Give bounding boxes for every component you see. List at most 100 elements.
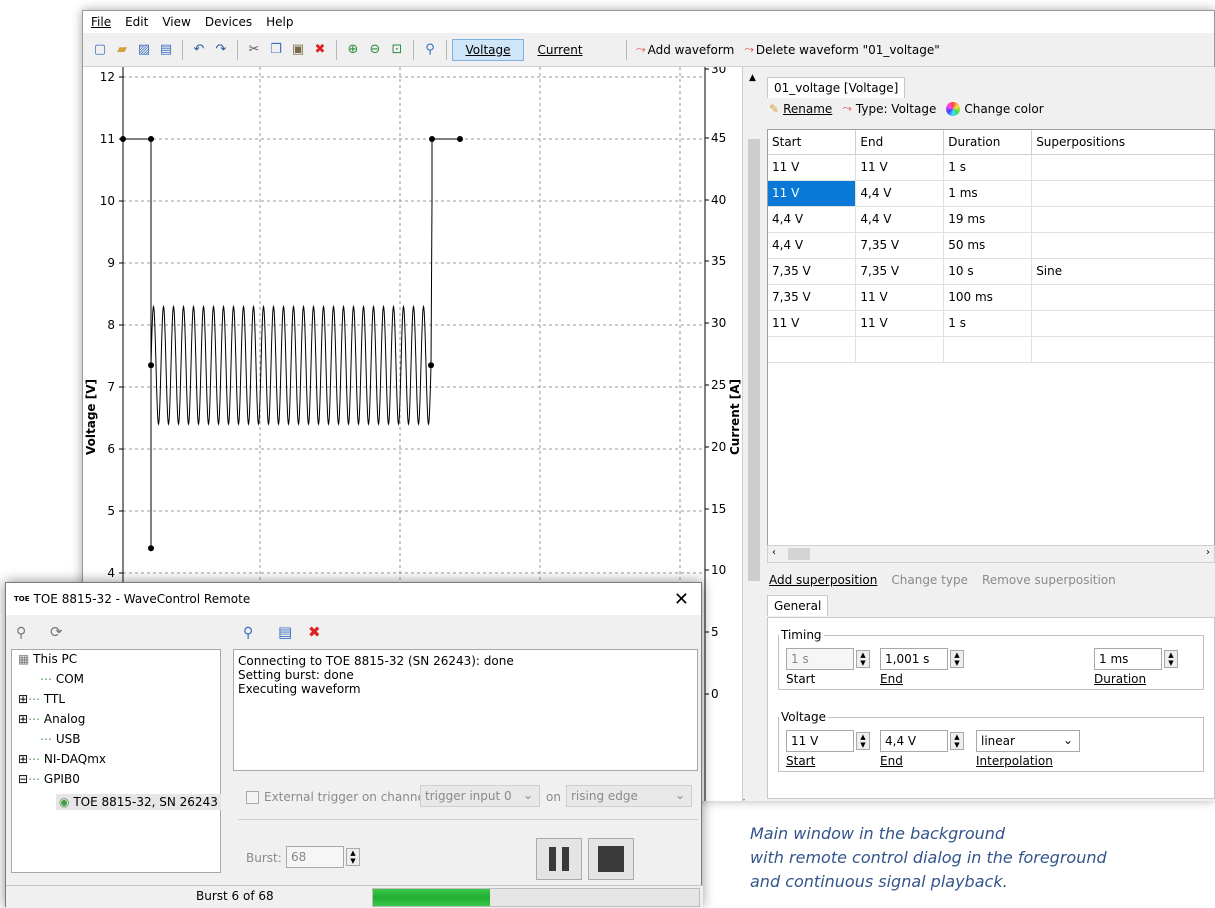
table-cell[interactable]: 7,35 V xyxy=(768,258,857,285)
undo-icon[interactable]: ↶ xyxy=(189,40,209,60)
zoom-out-icon[interactable]: ⊖ xyxy=(365,40,385,60)
segments-table[interactable]: Start End Duration Superpositions 11 V 11 V1… xyxy=(767,129,1215,547)
save-icon[interactable]: ▤ xyxy=(156,40,176,60)
timing-duration-stepper[interactable]: ▲ ▼ xyxy=(1164,650,1178,668)
tab-01-voltage[interactable]: 01_voltage [Voltage] xyxy=(767,77,906,98)
table-cell[interactable]: 19 ms xyxy=(943,206,1033,233)
table-cell[interactable]: 50 ms xyxy=(943,232,1033,259)
delete-icon[interactable]: ✖ xyxy=(308,623,321,641)
voltage-start-stepper[interactable]: ▲ ▼ xyxy=(856,732,870,750)
edge-select[interactable]: rising edge ⌄ xyxy=(566,785,692,807)
connect-tree-icon[interactable]: ⚲ xyxy=(16,625,26,641)
burst-input[interactable]: 68 xyxy=(286,846,344,868)
tree-item-ttl[interactable]: ⊞⋯ TTL xyxy=(18,692,65,706)
table-cell[interactable]: 100 ms xyxy=(943,284,1033,311)
table-cell[interactable] xyxy=(855,336,945,363)
table-cell[interactable]: 4,4 V xyxy=(768,206,857,233)
ext-trigger-checkbox[interactable] xyxy=(246,791,259,804)
interpolation-select[interactable]: linear ⌄ xyxy=(976,730,1080,752)
table-cell[interactable]: 11 V xyxy=(768,180,857,207)
column-header[interactable]: Duration xyxy=(943,130,1033,155)
tree-item-nidaqmx[interactable]: ⊞⋯ NI-DAQmx xyxy=(18,752,106,766)
table-row[interactable]: 7,35 V 7,35 V 10 s Sine xyxy=(768,258,1214,285)
table-cell[interactable] xyxy=(1031,206,1214,233)
plot-scrollbar[interactable]: ▲ xyxy=(745,67,763,587)
table-cell[interactable]: 7,35 V xyxy=(855,258,945,285)
table-cell[interactable]: Sine xyxy=(1031,258,1214,285)
table-row[interactable]: 11 V 11 V1 s xyxy=(768,154,1214,181)
rename-button[interactable]: Rename xyxy=(783,102,832,116)
menu-devices[interactable]: Devices xyxy=(205,15,252,29)
table-cell[interactable] xyxy=(1031,284,1214,311)
new-icon[interactable]: ▢ xyxy=(90,40,110,60)
table-row[interactable]: 4,4 V 7,35 V 50 ms xyxy=(768,232,1214,259)
delete-waveform-button[interactable]: Delete waveform "01_voltage" xyxy=(754,39,950,61)
paste-icon[interactable]: ▣ xyxy=(288,40,308,60)
table-cell[interactable]: 11 V xyxy=(855,284,945,311)
table-cell[interactable] xyxy=(943,336,1033,363)
tree-item-analog[interactable]: ⊞⋯ Analog xyxy=(18,712,85,726)
table-cell[interactable]: 11 V xyxy=(768,310,857,337)
timing-start-input[interactable]: 1 s xyxy=(786,648,854,670)
table-cell[interactable]: 11 V xyxy=(855,154,945,181)
timing-end-input[interactable]: 1,001 s xyxy=(880,648,948,670)
expand-icon[interactable]: ⊞ xyxy=(18,712,28,726)
tab-general[interactable]: General xyxy=(767,595,829,616)
menu-view[interactable]: View xyxy=(162,15,190,29)
voltage-toggle-button[interactable]: Voltage xyxy=(452,38,524,61)
zoom-fit-icon[interactable]: ⊡ xyxy=(387,40,407,60)
table-row[interactable]: 4,4 V 4,4 V 19 ms xyxy=(768,206,1214,233)
table-cell[interactable]: 10 s xyxy=(943,258,1033,285)
save-icon[interactable]: ▤ xyxy=(278,623,292,641)
table-row[interactable]: 7,35 V 11 V 100 ms xyxy=(768,284,1214,311)
table-cell[interactable] xyxy=(1031,154,1214,181)
collapse-icon[interactable]: ⊟ xyxy=(18,772,28,786)
expand-icon[interactable]: ⊞ xyxy=(18,692,28,706)
voltage-start-input[interactable]: 11 V xyxy=(786,730,854,752)
change-color-button[interactable]: Change color xyxy=(964,102,1043,116)
device-tree[interactable]: ▦ This PC ⋯ COM ⊞⋯ TTL ⊞⋯ Analog ⋯ USB ⊞… xyxy=(11,649,221,873)
table-cell[interactable]: 1 ms xyxy=(943,180,1033,207)
menu-file[interactable]: File xyxy=(91,15,111,29)
connect-icon[interactable]: ⚲ xyxy=(420,40,440,60)
timing-start-stepper[interactable]: ▲ ▼ xyxy=(856,650,870,668)
table-row[interactable]: 11 V 4,4 V1 ms xyxy=(768,180,1214,207)
scroll-right-icon[interactable]: › xyxy=(1206,547,1210,558)
scroll-thumb[interactable] xyxy=(748,139,760,581)
refresh-icon[interactable]: ⟳ xyxy=(50,623,63,641)
scroll-left-icon[interactable]: ‹ xyxy=(772,547,776,558)
table-cell[interactable] xyxy=(1031,180,1214,207)
table-cell[interactable] xyxy=(1031,336,1214,363)
table-cell[interactable]: 4,4 V xyxy=(855,180,945,207)
add-waveform-button[interactable]: Add waveform xyxy=(646,39,745,61)
tree-item-gpib0[interactable]: ⊟⋯ GPIB0 xyxy=(18,772,80,786)
voltage-end-input[interactable]: 4,4 V xyxy=(880,730,948,752)
table-row[interactable] xyxy=(768,336,1214,363)
delete-icon[interactable]: ✖ xyxy=(310,40,330,60)
table-cell[interactable] xyxy=(1031,310,1214,337)
tree-item-device[interactable]: ◉ TOE 8815-32, SN 26243 xyxy=(56,794,221,810)
table-cell[interactable] xyxy=(1031,232,1214,259)
table-cell[interactable]: 4,4 V xyxy=(855,206,945,233)
zoom-in-icon[interactable]: ⊕ xyxy=(343,40,363,60)
image-icon[interactable]: ▨ xyxy=(134,40,154,60)
column-header[interactable]: Start xyxy=(768,130,857,155)
pause-button[interactable] xyxy=(536,838,582,880)
menu-help[interactable]: Help xyxy=(266,15,293,29)
current-toggle-button[interactable]: Current xyxy=(524,39,596,61)
table-row[interactable]: 11 V 11 V1 s xyxy=(768,310,1214,337)
table-cell[interactable]: 11 V xyxy=(768,154,857,181)
connect-device-icon[interactable]: ⚲ xyxy=(243,625,253,641)
burst-stepper[interactable]: ▲ ▼ xyxy=(346,848,360,866)
table-cell[interactable] xyxy=(768,336,857,363)
remove-superposition-button[interactable]: Remove superposition xyxy=(982,573,1116,587)
timing-duration-input[interactable]: 1 ms xyxy=(1094,648,1162,670)
change-type-button[interactable]: Change type xyxy=(891,573,968,587)
redo-icon[interactable]: ↷ xyxy=(211,40,231,60)
table-cell[interactable]: 7,35 V xyxy=(855,232,945,259)
timing-end-stepper[interactable]: ▲ ▼ xyxy=(950,650,964,668)
tree-item-usb[interactable]: ⋯ USB xyxy=(40,732,80,746)
tree-item-this-pc[interactable]: ▦ This PC xyxy=(18,652,77,666)
add-superposition-button[interactable]: Add superposition xyxy=(769,573,877,587)
cut-icon[interactable]: ✂ xyxy=(244,40,264,60)
